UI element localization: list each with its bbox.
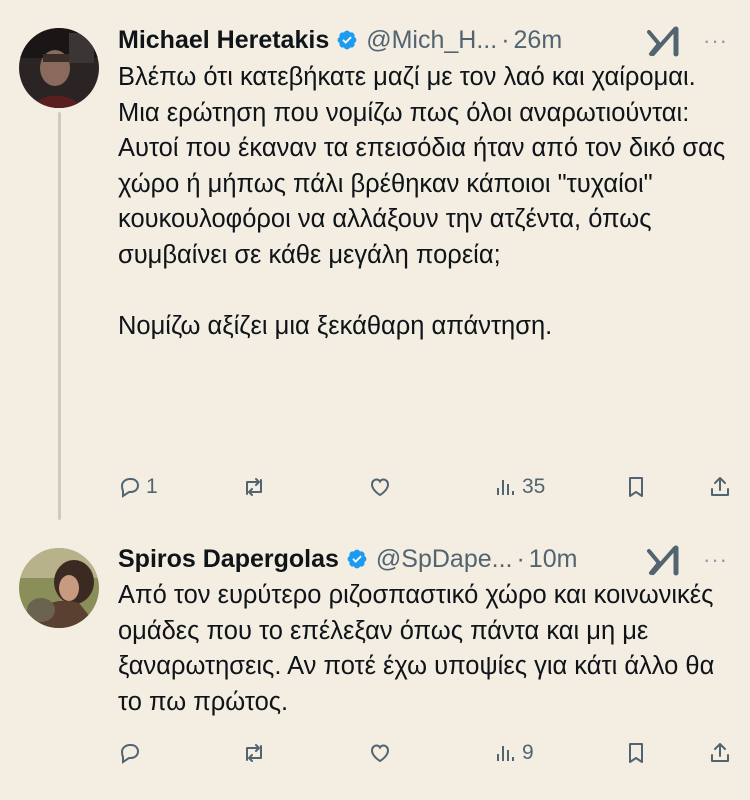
verified-badge-icon [337,30,357,50]
timestamp[interactable]: 26m [514,26,563,55]
tweet-text: Από τον ευρύτερο ριζοσπαστικό χώρο και κ… [118,581,715,716]
display-name[interactable]: Spiros Dapergolas [118,545,339,574]
repost-button[interactable] [242,470,270,504]
like-button[interactable] [368,736,396,770]
tweet-header: Spiros Dapergolas @SpDape... · 10m [118,543,577,575]
reply-button[interactable]: 1 [118,470,158,504]
views-button[interactable]: 35 [494,470,545,504]
like-icon [370,744,390,763]
timestamp[interactable]: 10m [529,545,578,574]
thread-line [58,112,61,520]
reply-icon [120,478,140,498]
like-button[interactable] [368,470,396,504]
bookmark-button[interactable] [624,736,648,770]
views-count: 9 [522,741,534,764]
share-button[interactable] [708,470,732,504]
share-button[interactable] [708,736,732,770]
bookmark-icon [629,477,643,497]
tweet-header: Michael Heretakis @Mich_H... · 26m [118,24,562,56]
action-bar: 1 35 [118,470,738,504]
share-icon [711,477,729,496]
repost-icon [246,744,262,762]
action-bar: 9 [118,736,738,770]
verified-badge-icon [347,549,367,569]
repost-button[interactable] [242,736,270,770]
bookmark-icon [629,743,643,763]
avatar[interactable] [19,28,99,108]
share-icon [711,743,729,762]
more-icon[interactable]: ··· [703,547,728,573]
handle[interactable]: @SpDape... [376,545,513,574]
reply-button[interactable] [118,736,146,770]
display-name[interactable]: Michael Heretakis [118,26,329,55]
views-icon [497,746,514,761]
tweet-1[interactable]: Michael Heretakis @Mich_H... · 26m ··· Β… [0,0,750,530]
handle[interactable]: @Mich_H... [366,26,497,55]
repost-icon [246,478,262,496]
tweet-text: Βλέπω ότι κατεβήκατε μαζί με τον λαό και… [118,63,726,340]
bookmark-button[interactable] [624,470,648,504]
reply-count: 1 [146,475,158,498]
separator: · [501,25,510,54]
avatar[interactable] [19,548,99,628]
separator: · [516,544,525,573]
reply-icon [120,744,140,764]
grok-icon[interactable] [645,24,685,58]
views-button[interactable]: 9 [494,736,534,770]
views-icon [497,480,514,495]
more-icon[interactable]: ··· [703,28,728,54]
views-count: 35 [522,475,546,498]
tweet-2[interactable]: Spiros Dapergolas @SpDape... · 10m ··· Α… [0,530,750,800]
grok-icon[interactable] [645,543,685,577]
like-icon [370,478,390,497]
